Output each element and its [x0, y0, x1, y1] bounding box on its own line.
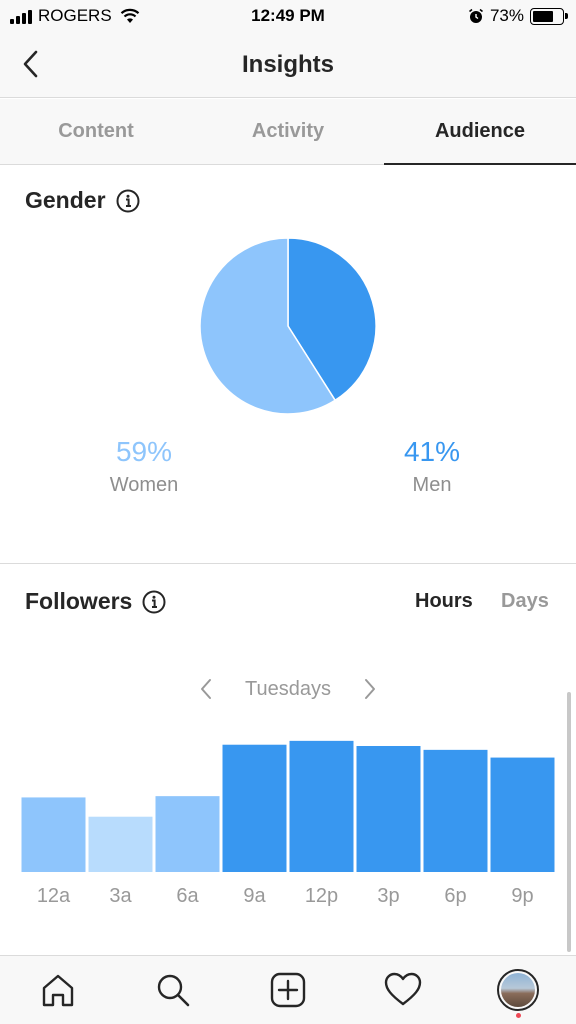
info-icon[interactable]: [142, 590, 166, 614]
day-selector: Tuesdays: [196, 674, 380, 704]
men-label: Men: [412, 474, 452, 496]
search-icon[interactable]: [153, 970, 193, 1010]
notification-dot: [515, 1013, 521, 1018]
battery-percent: 73%: [489, 6, 524, 25]
gender-pie-chart: [199, 237, 377, 415]
profile-avatar[interactable]: [497, 969, 540, 1018]
avatar-image: [501, 973, 536, 1007]
tick-label-6a: 6a: [176, 885, 199, 907]
bar-3p: [356, 746, 421, 872]
header: Insights: [0, 34, 576, 98]
bar-9a: [222, 744, 287, 872]
tick-label-3a: 3a: [109, 885, 132, 907]
women-percent: 59%: [115, 436, 173, 467]
men-percent: 41%: [403, 436, 461, 467]
tick-label-6p: 6p: [444, 885, 466, 907]
women-stat: 59% Women: [64, 436, 224, 497]
home-icon[interactable]: [38, 970, 78, 1010]
page-title: Insights: [241, 51, 334, 78]
bar-3a: [88, 816, 153, 872]
chevron-right-icon[interactable]: [360, 677, 380, 701]
nav-search[interactable]: [115, 956, 230, 1024]
add-post-icon[interactable]: [268, 970, 308, 1010]
tab-content[interactable]: Content: [0, 99, 192, 164]
tab-audience[interactable]: Audience: [384, 99, 576, 165]
section-divider: [0, 563, 576, 564]
nav-activity[interactable]: [346, 956, 461, 1024]
battery-fill: [533, 10, 554, 22]
bar-12a: [21, 797, 86, 872]
followers-section-title: Followers: [25, 588, 166, 615]
nav-add[interactable]: [230, 956, 345, 1024]
men-stat: 41% Men: [352, 436, 512, 497]
battery-icon: [530, 7, 568, 25]
women-label: Women: [109, 474, 179, 496]
heart-icon[interactable]: [383, 970, 423, 1010]
days-toggle[interactable]: Days: [501, 590, 549, 613]
gender-title: Gender: [25, 187, 106, 213]
tick-label-3p: 3p: [377, 885, 399, 907]
tab-activity[interactable]: Activity: [192, 99, 384, 164]
gender-section-title: Gender: [25, 187, 140, 214]
tick-label-12a: 12a: [37, 885, 71, 907]
alarm-icon: [468, 8, 483, 23]
scrollbar[interactable]: [567, 692, 571, 952]
status-right: 73%: [468, 6, 568, 26]
followers-title: Followers: [25, 588, 133, 614]
followers-bar-chart: 12a 3a 6a 9a 12p 3p 6p 9p: [21, 740, 555, 907]
nav-profile[interactable]: [461, 956, 576, 1024]
bar-9p: [490, 757, 555, 872]
bar-6a: [155, 796, 220, 872]
nav-home[interactable]: [0, 956, 115, 1024]
selected-day: Tuesdays: [245, 677, 331, 700]
hours-toggle[interactable]: Hours: [415, 590, 473, 613]
tab-bar: Content Activity Audience: [0, 99, 576, 165]
bar-12p: [289, 740, 354, 872]
bar-6p: [423, 749, 488, 872]
tick-label-9p: 9p: [511, 885, 533, 907]
chevron-left-icon[interactable]: [196, 677, 216, 701]
tick-label-12p: 12p: [305, 885, 338, 907]
info-icon[interactable]: [116, 189, 140, 213]
bottom-nav: [0, 955, 576, 1024]
tick-label-9a: 9a: [243, 885, 266, 907]
status-bar: ROGERS 12:49 PM 73%: [0, 0, 576, 34]
